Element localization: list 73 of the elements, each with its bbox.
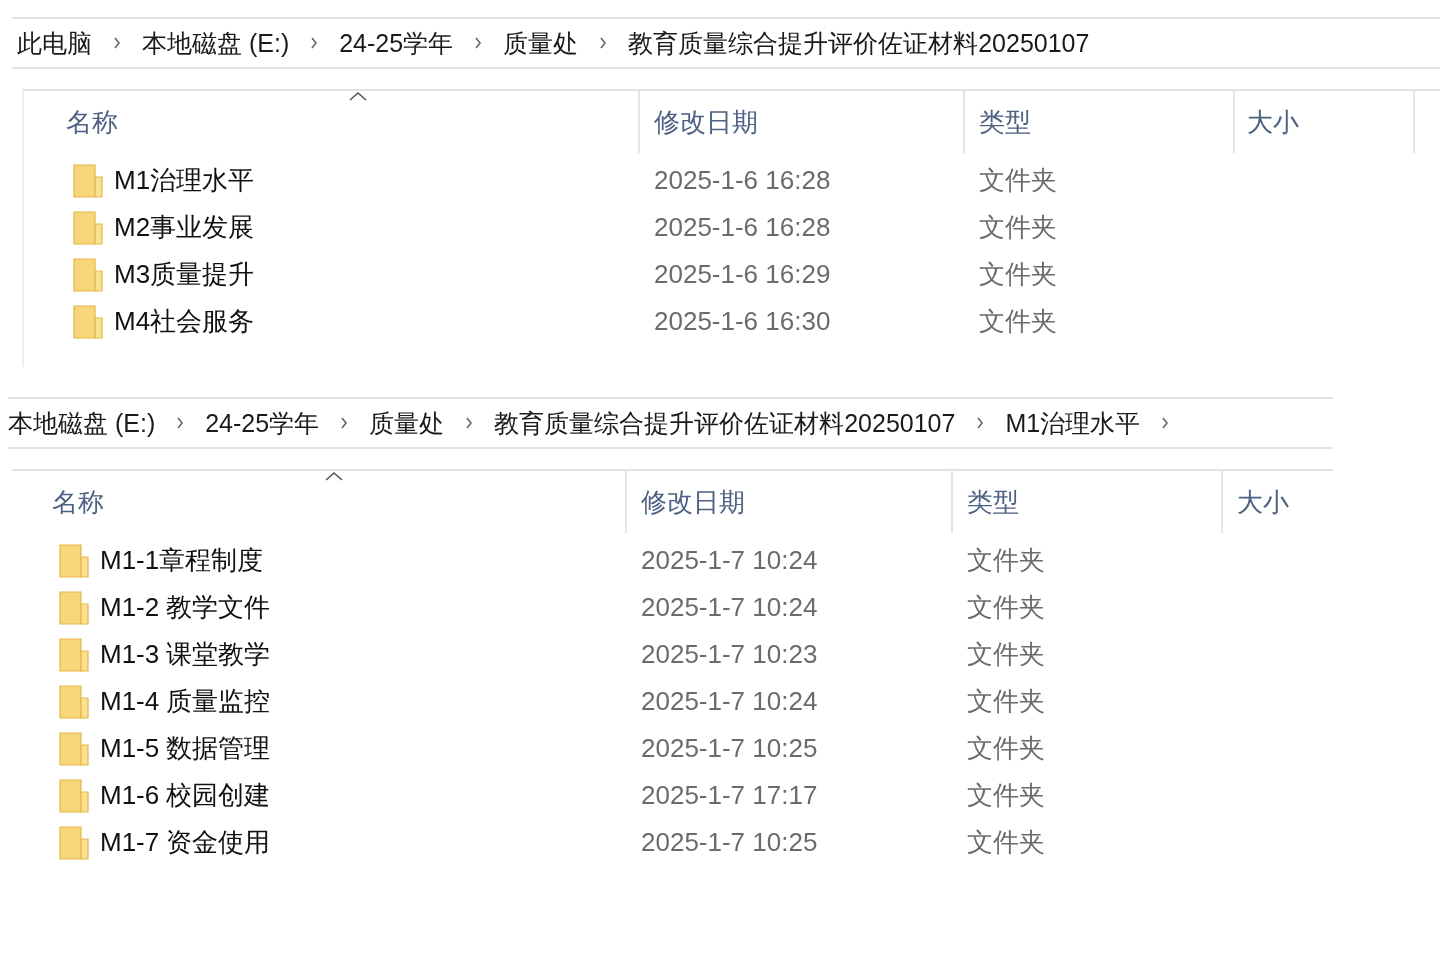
modified-date: 2025-1-6 16:29	[654, 259, 831, 290]
address-bar[interactable]: 此电脑 本地磁盘 (E:) 24-25学年 质量处 教育质量综合提升评价佐证材料20250107	[12, 17, 1440, 69]
breadcrumb-item[interactable]: 教育质量综合提升评价佐证材料20250107	[494, 406, 956, 440]
breadcrumb-item[interactable]: 本地磁盘 (E:)	[142, 26, 290, 60]
column-header[interactable]: 修改日期	[641, 484, 745, 520]
file-type: 文件夹	[979, 305, 1057, 338]
modified-date: 2025-1-7 10:24	[641, 545, 818, 576]
address-bar[interactable]: 本地磁盘 (E:) 24-25学年 质量处 教育质量综合提升评价佐证材料20250107 M1治理水平	[8, 397, 1333, 449]
file-type: 文件夹	[967, 638, 1045, 671]
modified-date: 2025-1-6 16:28	[654, 165, 831, 196]
chevron-right-icon[interactable]	[1160, 415, 1171, 431]
modified-date: 2025-1-6 16:30	[654, 306, 831, 337]
file-name[interactable]: M1-5 数据管理	[100, 731, 271, 766]
breadcrumb-item[interactable]: 本地磁盘 (E:)	[8, 406, 156, 440]
file-name[interactable]: M1-1章程制度	[100, 543, 264, 578]
file-name[interactable]: M1-4 质量监控	[100, 684, 271, 719]
folder-icon	[59, 730, 89, 767]
modified-date: 2025-1-7 10:23	[641, 639, 818, 670]
column-header[interactable]: 大小	[1247, 104, 1299, 140]
modified-date: 2025-1-7 17:17	[641, 780, 818, 811]
breadcrumb-item[interactable]: 此电脑	[17, 26, 92, 60]
folder-icon	[73, 162, 103, 199]
file-name[interactable]: M1治理水平	[114, 163, 255, 198]
file-name[interactable]: M1-6 校园创建	[100, 778, 271, 813]
folder-icon	[59, 777, 89, 814]
folder-icon	[73, 209, 103, 246]
chevron-right-icon[interactable]	[112, 35, 122, 51]
chevron-right-icon[interactable]	[975, 415, 986, 431]
column-header[interactable]: 类型	[979, 104, 1031, 140]
breadcrumb-item[interactable]: 教育质量综合提升评价佐证材料20250107	[628, 26, 1090, 60]
column-header[interactable]: 名称	[66, 104, 118, 140]
file-name[interactable]: M3质量提升	[114, 257, 255, 292]
chevron-right-icon[interactable]	[339, 415, 350, 431]
file-type: 文件夹	[967, 685, 1045, 718]
breadcrumb-item[interactable]: M1治理水平	[1005, 406, 1141, 440]
chevron-right-icon[interactable]	[598, 35, 609, 51]
file-name[interactable]: M2事业发展	[114, 210, 255, 245]
file-name[interactable]: M1-7 资金使用	[100, 825, 271, 860]
folder-icon	[73, 303, 103, 340]
file-name[interactable]: M1-2 教学文件	[100, 590, 271, 625]
breadcrumb-item[interactable]: 质量处	[503, 26, 579, 60]
file-type: 文件夹	[967, 591, 1045, 624]
chevron-right-icon[interactable]	[309, 35, 320, 51]
column-header[interactable]: 名称	[52, 484, 104, 520]
breadcrumb-item[interactable]: 质量处	[369, 406, 445, 440]
modified-date: 2025-1-7 10:25	[641, 827, 818, 858]
file-type: 文件夹	[967, 732, 1045, 765]
chevron-right-icon[interactable]	[464, 415, 475, 431]
folder-icon	[59, 824, 89, 861]
file-type: 文件夹	[967, 544, 1045, 577]
folder-icon	[59, 542, 89, 579]
file-type: 文件夹	[979, 164, 1057, 197]
file-name[interactable]: M4社会服务	[114, 304, 255, 339]
file-type: 文件夹	[967, 779, 1045, 812]
modified-date: 2025-1-7 10:24	[641, 592, 818, 623]
folder-icon	[59, 683, 89, 720]
modified-date: 2025-1-7 10:25	[641, 733, 818, 764]
modified-date: 2025-1-7 10:24	[641, 686, 818, 717]
modified-date: 2025-1-6 16:28	[654, 212, 831, 243]
chevron-right-icon[interactable]	[175, 415, 186, 431]
breadcrumb-item[interactable]: 24-25学年	[339, 26, 454, 60]
folder-icon	[59, 636, 89, 673]
breadcrumb-item[interactable]: 24-25学年	[205, 406, 320, 440]
folder-icon	[73, 256, 103, 293]
column-header[interactable]: 修改日期	[654, 104, 758, 140]
folder-icon	[59, 589, 89, 626]
file-type: 文件夹	[967, 826, 1045, 859]
column-header[interactable]: 类型	[967, 484, 1019, 520]
file-type: 文件夹	[979, 258, 1057, 291]
column-header[interactable]: 大小	[1237, 484, 1289, 520]
chevron-right-icon[interactable]	[473, 35, 484, 51]
file-type: 文件夹	[979, 211, 1057, 244]
file-name[interactable]: M1-3 课堂教学	[100, 637, 271, 672]
